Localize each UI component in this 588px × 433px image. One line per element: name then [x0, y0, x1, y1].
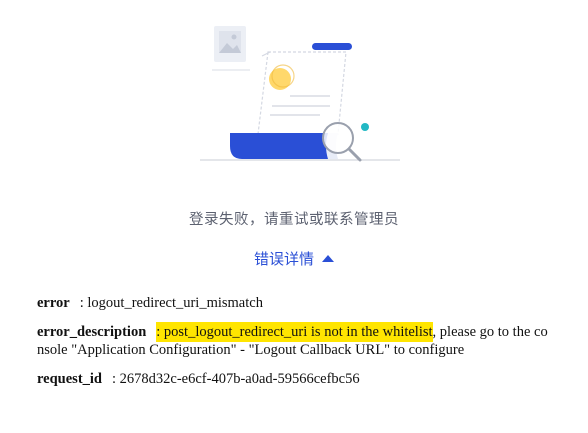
- error-illustration: [200, 26, 400, 162]
- request-id-row: request_id : 2678d32c-e6cf-407b-a0ad-5956…: [37, 370, 553, 388]
- caret-up-icon: [322, 255, 334, 262]
- login-failure-message: 登录失败，请重试或联系管理员: [189, 212, 399, 228]
- error-row: error : logout_redirect_uri_mismatch: [37, 294, 553, 312]
- error-description-key: error_description: [37, 324, 147, 340]
- error-details-panel: error : logout_redirect_uri_mismatch erro…: [37, 294, 553, 399]
- image-placeholder-icon: [214, 26, 246, 62]
- error-details-toggle[interactable]: 错误详情: [0, 248, 588, 269]
- error-key: error: [37, 295, 70, 311]
- request-id-key: request_id: [37, 371, 102, 387]
- error-description-highlight: : post_logout_redirect_uri is not in the…: [156, 322, 433, 342]
- error-details-label: 错误详情: [253, 250, 314, 268]
- document-illustration: [257, 51, 347, 135]
- request-id-value: : 2678d32c-e6cf-407b-a0ad-59566cefbc56: [112, 371, 360, 387]
- error-value: : logout_redirect_uri_mismatch: [79, 295, 263, 311]
- error-description-row: error_description : post_logout_redirect_…: [37, 322, 553, 359]
